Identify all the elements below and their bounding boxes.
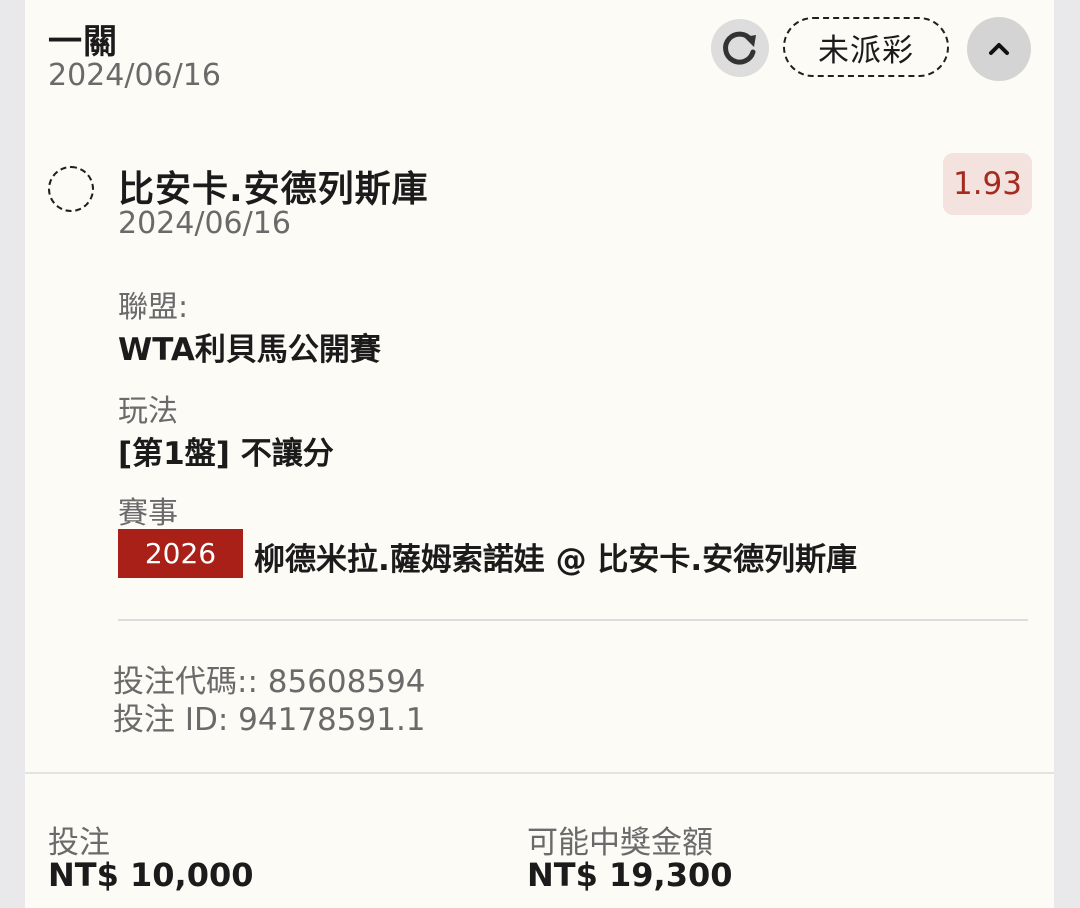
section-divider <box>25 772 1054 774</box>
payout-value: NT$ 19,300 <box>527 856 733 894</box>
divider <box>118 619 1028 621</box>
selection-date: 2024/06/16 <box>118 206 291 241</box>
bet-slip-card: 一關 2024/06/16 未派彩 比安卡.安德列斯庫 2024/06/16 1… <box>25 0 1054 908</box>
selection-name: 比安卡.安德列斯庫 <box>118 169 429 210</box>
status-badge: 未派彩 <box>783 17 949 77</box>
event-code: 2026 <box>144 537 217 570</box>
stake-value: NT$ 10,000 <box>48 856 254 894</box>
bet-type-title: 一關 <box>48 22 118 62</box>
odds-value: 1.93 <box>952 166 1023 202</box>
bet-date: 2024/06/16 <box>48 58 221 93</box>
event-code-badge: 2026 <box>118 529 243 578</box>
event-name: 柳德米拉.薩姆索諾娃 @ 比安卡.安德列斯庫 <box>254 542 858 578</box>
collapse-button[interactable] <box>967 17 1031 81</box>
refresh-button[interactable] <box>711 19 769 77</box>
league-label: 聯盟: <box>118 290 189 325</box>
chevron-up-icon <box>989 43 1009 55</box>
refresh-icon <box>723 31 756 65</box>
selection-status-circle <box>48 166 94 212</box>
bet-id: 投注 ID: 94178591.1 <box>113 702 426 738</box>
market-label: 玩法 <box>118 394 178 429</box>
status-label: 未派彩 <box>818 32 914 69</box>
odds-badge: 1.93 <box>943 153 1032 215</box>
event-label: 賽事 <box>118 496 178 531</box>
market-value: [第1盤] 不讓分 <box>118 436 334 472</box>
league-value: WTA利貝馬公開賽 <box>118 332 381 368</box>
